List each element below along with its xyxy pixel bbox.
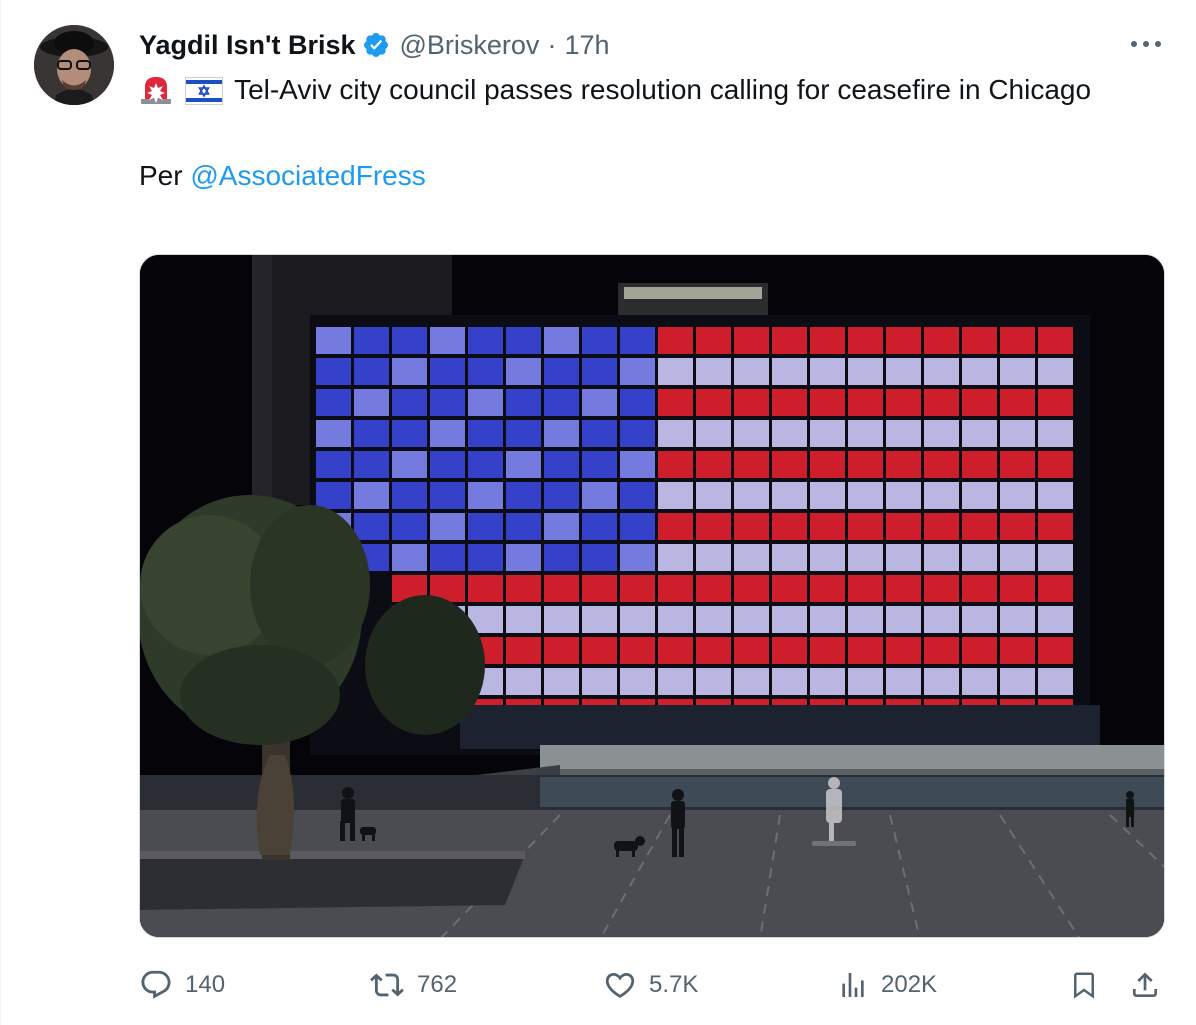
bookmark-button[interactable] (1069, 962, 1099, 1008)
bookmark-icon (1074, 972, 1094, 999)
tweet-line-1: Tel-Aviv city council passes resolution … (139, 70, 1159, 116)
analytics-bar-icon (842, 973, 864, 997)
tweet-header: Yagdil Isn't Brisk @Briskerov · 17h (139, 28, 610, 62)
retweet-count: 762 (417, 971, 458, 998)
share-button[interactable] (1129, 962, 1161, 1008)
tweet-text: Tel-Aviv city council passes resolution … (139, 70, 1159, 196)
police-light-emoji-icon (139, 73, 173, 116)
per-label: Per (139, 160, 183, 191)
separator-dot: · (547, 29, 557, 60)
tweet-actions: 140 762 5.7K 202K (139, 962, 1165, 1008)
like-count: 5.7K (649, 971, 699, 998)
tweet-timestamp[interactable]: 17h (564, 30, 609, 61)
israel-flag-emoji-icon (184, 76, 223, 116)
tweet-card[interactable]: Yagdil Isn't Brisk @Briskerov · 17h Tel-… (0, 0, 1196, 1025)
more-options-button[interactable] (1126, 28, 1166, 60)
reply-button[interactable]: 140 (139, 962, 225, 1008)
more-dots-icon (1131, 41, 1161, 47)
tweet-main-text: Tel-Aviv city council passes resolution … (234, 74, 1092, 105)
avatar[interactable] (34, 25, 114, 105)
retweet-icon (370, 973, 404, 997)
tweet-media[interactable] (139, 254, 1165, 938)
tweet-line-source: Per @AssociatedFress (139, 156, 1159, 196)
mention-link[interactable]: @AssociatedFress (190, 160, 425, 191)
reply-count: 140 (185, 971, 226, 998)
author-handle[interactable]: @Briskerov (400, 30, 540, 61)
views-count: 202K (881, 971, 938, 998)
like-button[interactable]: 5.7K (603, 962, 698, 1008)
photo-tel-aviv-city-hall-lit-as-us-flag-icon (140, 255, 1164, 937)
heart-icon (605, 972, 635, 998)
views-button[interactable]: 202K (837, 962, 937, 1008)
retweet-button[interactable]: 762 (369, 962, 457, 1008)
share-icon (1133, 972, 1157, 997)
reply-icon (141, 970, 171, 999)
verified-badge-icon[interactable] (362, 31, 390, 59)
avatar-photo-icon (34, 25, 114, 105)
display-name[interactable]: Yagdil Isn't Brisk (139, 30, 356, 61)
